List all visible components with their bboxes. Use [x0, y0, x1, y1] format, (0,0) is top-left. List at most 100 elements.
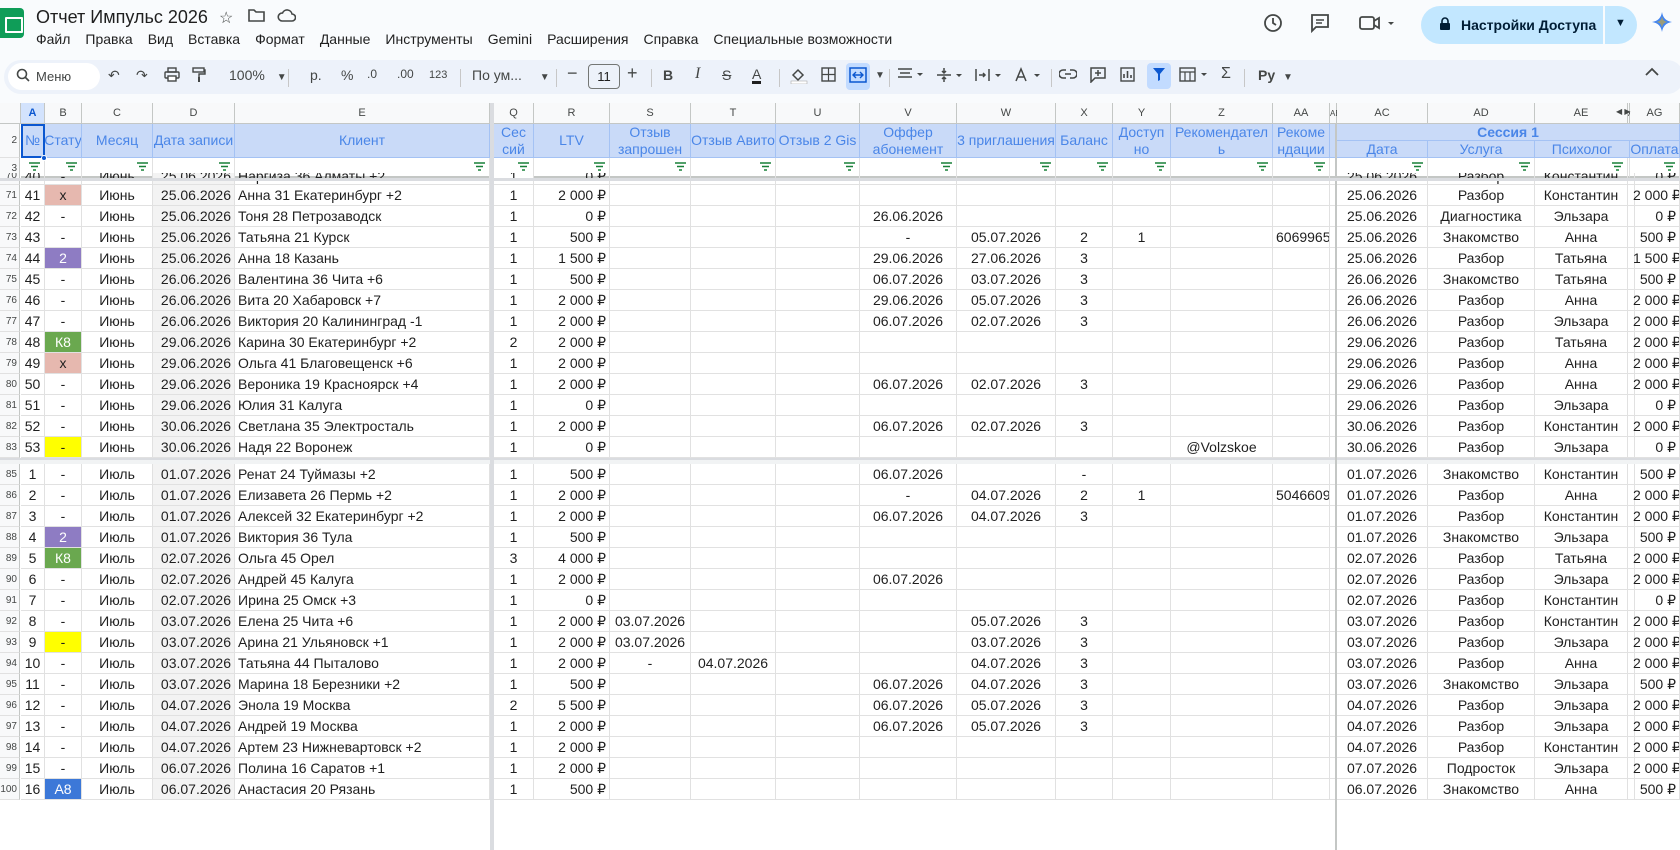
cell-t[interactable] — [691, 416, 776, 437]
horizontal-align-icon[interactable] — [897, 67, 925, 84]
row-header[interactable]: 87 — [0, 506, 20, 527]
cell-aa[interactable] — [1273, 737, 1330, 758]
cell-a[interactable]: 9 — [21, 632, 45, 653]
cell-r[interactable]: 2 000 ₽ — [534, 290, 610, 311]
cell-v[interactable]: 06.07.2026 — [860, 464, 957, 485]
cell-aa[interactable] — [1273, 527, 1330, 548]
cell-d[interactable]: 04.07.2026 — [153, 695, 235, 716]
cell-ae[interactable]: Константин — [1535, 590, 1628, 611]
percent-format-button[interactable]: % — [341, 67, 353, 83]
column-header-v[interactable]: V — [860, 103, 957, 124]
cell-a[interactable]: 44 — [21, 248, 45, 269]
cell-q[interactable]: 1 — [494, 779, 534, 800]
cell-y[interactable] — [1113, 569, 1171, 590]
row-header[interactable]: 80 — [0, 374, 20, 395]
cell-q[interactable]: 1 — [494, 527, 534, 548]
cell-ae[interactable]: Татьяна — [1535, 269, 1628, 290]
cell-c[interactable]: Июль — [82, 611, 153, 632]
cell-r[interactable]: 1 500 ₽ — [534, 248, 610, 269]
filter-dropdown-icon[interactable] — [1664, 161, 1675, 172]
cell-d[interactable]: 03.07.2026 — [153, 632, 235, 653]
cell-w[interactable]: 27.06.2026 — [957, 248, 1056, 269]
cell-ad[interactable]: Разбор — [1428, 737, 1535, 758]
cell-x[interactable] — [1056, 737, 1113, 758]
cell-s[interactable] — [610, 464, 691, 485]
cell-e[interactable]: Андрей 19 Москва — [235, 716, 490, 737]
cell-ad[interactable]: Разбор — [1428, 248, 1535, 269]
cell-r[interactable]: 2 000 ₽ — [534, 353, 610, 374]
column-title-ag[interactable]: Оплата — [1630, 141, 1680, 158]
cell-s[interactable] — [610, 590, 691, 611]
cell-a[interactable]: 3 — [21, 506, 45, 527]
cell-t[interactable] — [691, 506, 776, 527]
filter-dropdown-icon[interactable] — [29, 161, 40, 172]
row-header[interactable]: 91 — [0, 590, 20, 611]
cell-v[interactable]: 06.07.2026 — [860, 695, 957, 716]
column-header-ac[interactable]: AC — [1337, 103, 1428, 124]
cell-d[interactable]: 01.07.2026 — [153, 506, 235, 527]
row-header[interactable]: 73 — [0, 227, 20, 248]
cell-q[interactable]: 1 — [494, 437, 534, 458]
cell-v[interactable] — [860, 779, 957, 800]
cell-z[interactable] — [1171, 248, 1273, 269]
cell-y[interactable] — [1113, 674, 1171, 695]
cell-v[interactable] — [860, 527, 957, 548]
cell-r[interactable]: 500 ₽ — [534, 674, 610, 695]
cell-a[interactable]: 2 — [21, 485, 45, 506]
cell-s[interactable] — [610, 311, 691, 332]
cell-ae[interactable]: Константин — [1535, 611, 1628, 632]
cell-ag[interactable]: 2 000 ₽ — [1630, 485, 1680, 506]
cell-ae[interactable]: Эльзара — [1535, 716, 1628, 737]
cell-w[interactable]: 05.07.2026 — [957, 695, 1056, 716]
frozen-row-divider[interactable] — [0, 178, 1680, 181]
cell-ad[interactable]: Разбор — [1428, 332, 1535, 353]
cell-d[interactable]: 03.07.2026 — [153, 653, 235, 674]
cell-t[interactable] — [691, 569, 776, 590]
column-title-x[interactable]: Баланс — [1056, 124, 1113, 158]
cell-q[interactable]: 3 — [494, 548, 534, 569]
cell-r[interactable]: 2 000 ₽ — [534, 416, 610, 437]
cell-t[interactable] — [691, 632, 776, 653]
column-header-t[interactable]: T — [691, 103, 776, 124]
cell-q[interactable]: 1 — [494, 416, 534, 437]
menu-search[interactable]: Меню — [8, 63, 100, 90]
cell-r[interactable]: 0 ₽ — [534, 590, 610, 611]
cell-t[interactable] — [691, 269, 776, 290]
cell-u[interactable] — [776, 506, 860, 527]
cell-q[interactable]: 2 — [494, 332, 534, 353]
cell-z[interactable] — [1171, 353, 1273, 374]
cell-ag[interactable]: 2 000 ₽ — [1630, 758, 1680, 779]
cell-c[interactable]: Июль — [82, 527, 153, 548]
column-header-r[interactable]: R — [534, 103, 610, 124]
cell-d[interactable]: 29.06.2026 — [153, 374, 235, 395]
column-header-y[interactable]: Y — [1113, 103, 1171, 124]
cell-t[interactable] — [691, 611, 776, 632]
cell-ag[interactable]: 2 000 ₽ — [1630, 290, 1680, 311]
cell-aa[interactable] — [1273, 632, 1330, 653]
row-header[interactable]: 93 — [0, 632, 20, 653]
column-title-w[interactable]: 3 приглашения — [957, 124, 1056, 158]
cell-e[interactable]: Светлана 35 Электросталь — [235, 416, 490, 437]
row-header[interactable]: 82 — [0, 416, 20, 437]
cell-a[interactable]: 10 — [21, 653, 45, 674]
cell-a[interactable]: 50 — [21, 374, 45, 395]
cell-q[interactable]: 1 — [494, 632, 534, 653]
cell-q[interactable]: 1 — [494, 506, 534, 527]
row-header[interactable]: 97 — [0, 716, 20, 737]
cell-ae[interactable]: Татьяна — [1535, 248, 1628, 269]
cell-w[interactable] — [957, 569, 1056, 590]
cell-e[interactable]: Тоня 28 Петрозаводск — [235, 206, 490, 227]
cell-r[interactable]: 500 ₽ — [534, 779, 610, 800]
cell-ac[interactable]: 04.07.2026 — [1337, 716, 1428, 737]
cell-t[interactable] — [691, 248, 776, 269]
cell-y[interactable] — [1113, 464, 1171, 485]
cell-ae[interactable]: Эльзара — [1535, 695, 1628, 716]
cell-y[interactable] — [1113, 290, 1171, 311]
column-header-e[interactable]: E — [235, 103, 490, 124]
cell-ad[interactable]: Разбор — [1428, 506, 1535, 527]
selection-fill-handle[interactable] — [41, 155, 47, 161]
cell-ae[interactable]: Константин — [1535, 737, 1628, 758]
column-title-t[interactable]: Отзыв Авито — [691, 124, 776, 158]
row-header[interactable]: 98 — [0, 737, 20, 758]
cell-aa[interactable] — [1273, 674, 1330, 695]
